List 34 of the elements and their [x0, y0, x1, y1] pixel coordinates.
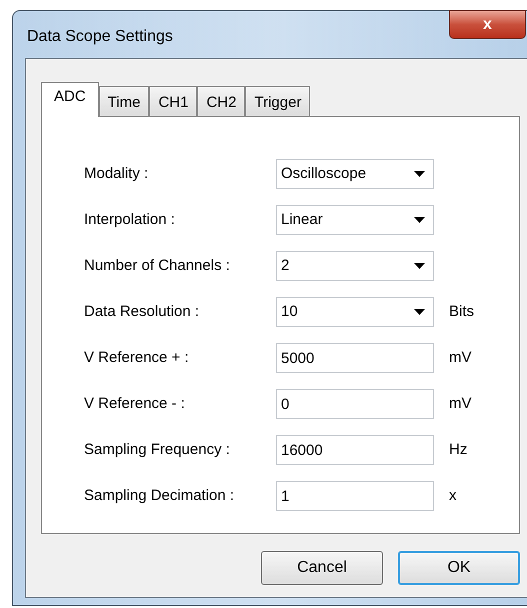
input-field[interactable]: 0 — [276, 389, 434, 419]
dialog-button[interactable]: Cancel — [261, 551, 383, 585]
close-button[interactable]: x — [449, 10, 526, 39]
unit-label: mV — [449, 348, 472, 368]
field-label: V Reference + : — [84, 348, 190, 368]
tab[interactable]: ADC — [41, 82, 99, 117]
dropdown-arrow-icon — [414, 217, 425, 223]
dropdown[interactable]: Oscilloscope — [276, 159, 434, 189]
field-label: Modality : — [84, 164, 150, 184]
tab[interactable]: CH1 — [149, 86, 198, 116]
tab[interactable]: Trigger — [245, 86, 310, 116]
field-label: Interpolation : — [84, 210, 176, 230]
input-field[interactable]: 1 — [276, 481, 434, 511]
dropdown[interactable]: Linear — [276, 205, 434, 235]
dropdown-arrow-icon — [414, 171, 425, 177]
field-label: Sampling Decimation : — [84, 486, 236, 506]
dropdown-arrow-icon — [414, 263, 425, 269]
window-title: Data Scope Settings — [27, 27, 173, 47]
unit-label: Hz — [449, 440, 468, 460]
unit-label: mV — [449, 394, 472, 414]
unit-label: Bits — [449, 302, 474, 322]
dialog-button[interactable]: OK — [398, 551, 520, 585]
field-label: Data Resolution : — [84, 302, 200, 322]
input-field[interactable]: 16000 — [276, 435, 434, 465]
unit-label: x — [449, 486, 456, 506]
field-label: Sampling Frequency : — [84, 440, 231, 460]
field-label: Number of Channels : — [84, 256, 231, 276]
field-label: V Reference - : — [84, 394, 186, 414]
dropdown-arrow-icon — [414, 309, 425, 315]
dropdown[interactable]: 10 — [276, 297, 434, 327]
tab[interactable]: CH2 — [197, 86, 246, 116]
tab[interactable]: Time — [98, 86, 150, 116]
input-field[interactable]: 5000 — [276, 343, 434, 373]
dropdown[interactable]: 2 — [276, 251, 434, 281]
